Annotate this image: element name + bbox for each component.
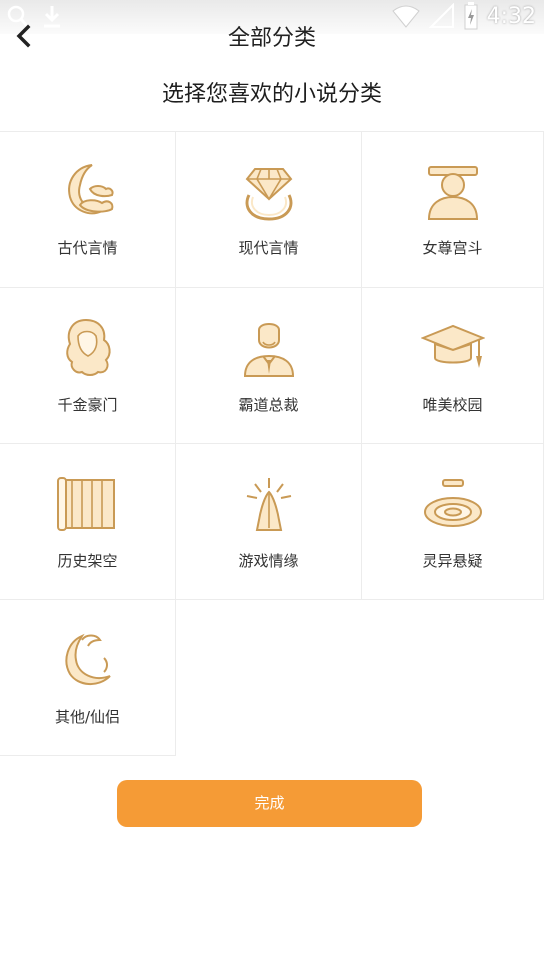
businessman-icon [243, 323, 294, 377]
category-label: 千金豪门 [57, 396, 118, 414]
category-item-alternate-history[interactable]: 历史架空 [0, 444, 176, 600]
category-label: 古代言情 [57, 239, 118, 257]
crowned-figure-icon [427, 166, 478, 220]
graduation-cap-icon [420, 324, 485, 368]
category-label: 游戏情缘 [238, 552, 299, 570]
crescent-cloud-icon [67, 164, 113, 215]
category-item-supernatural-mystery[interactable]: 灵异悬疑 [362, 444, 544, 600]
ring-target-icon [423, 479, 482, 527]
category-label: 历史架空 [57, 552, 118, 570]
diamond-ring-icon [245, 168, 292, 221]
category-label: 现代言情 [238, 239, 299, 257]
category-label: 灵异悬疑 [422, 552, 483, 570]
category-label: 女尊宫斗 [422, 239, 483, 257]
category-label: 唯美校园 [422, 396, 483, 414]
done-button[interactable]: 完成 [117, 780, 422, 827]
lady-hair-icon [65, 318, 111, 376]
category-label: 其他/仙侣 [54, 708, 121, 726]
category-item-game-romance[interactable]: 游戏情缘 [176, 444, 362, 600]
praying-hands-icon [246, 478, 291, 531]
category-item-wealthy-heiress[interactable]: 千金豪门 [0, 288, 176, 444]
category-item-ancient-romance[interactable]: 古代言情 [0, 131, 176, 288]
category-item-other-xianxia[interactable]: 其他/仙侣 [0, 600, 176, 756]
category-item-campus[interactable]: 唯美校园 [362, 288, 544, 444]
section-subtitle: 选择您喜欢的小说分类 [161, 82, 382, 107]
phoenix-moon-icon [65, 633, 111, 685]
category-item-palace-intrigue[interactable]: 女尊宫斗 [362, 131, 544, 288]
category-item-modern-romance[interactable]: 现代言情 [176, 131, 362, 288]
category-label: 霸道总裁 [238, 396, 299, 414]
app-header: 全部分类 [0, 12, 544, 58]
bamboo-scroll-icon [56, 477, 115, 531]
page-title: 全部分类 [227, 26, 316, 51]
category-item-ceo[interactable]: 霸道总裁 [176, 288, 362, 444]
